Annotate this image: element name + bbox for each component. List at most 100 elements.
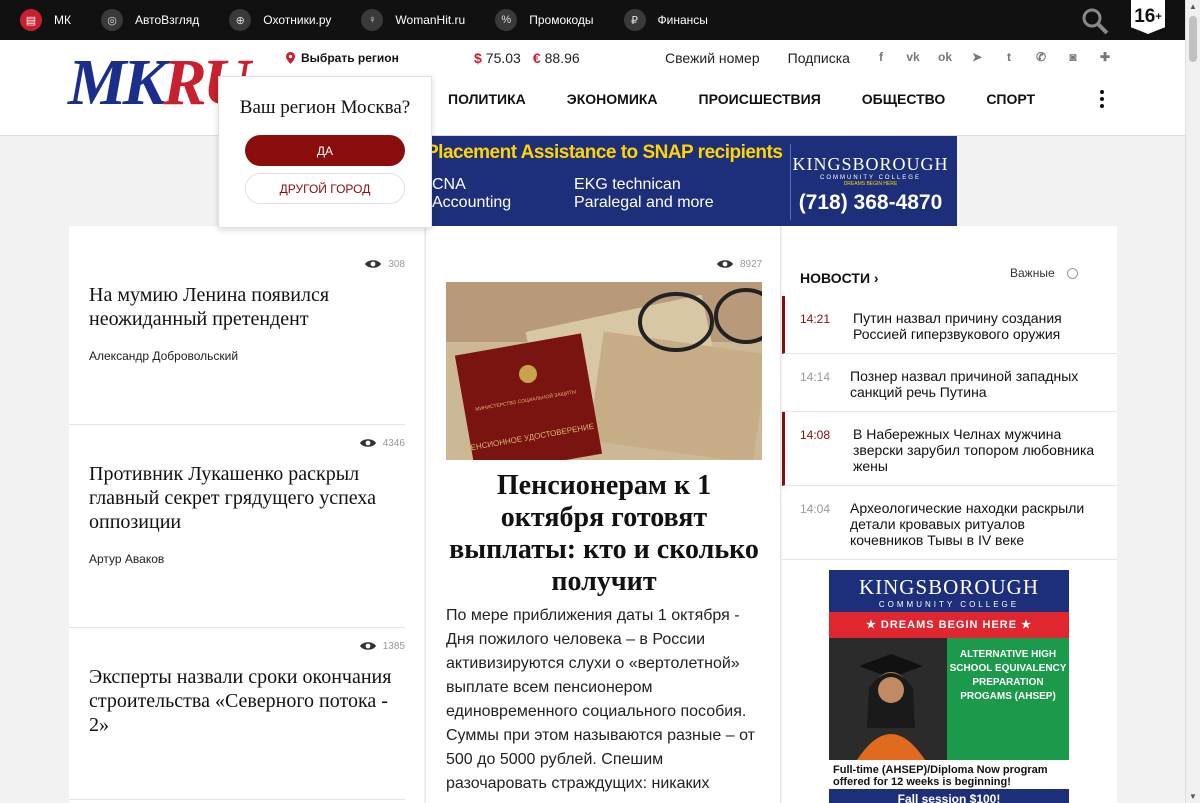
banner-brand: KINGSBOROUGH COMMUNITY COLLEGE DREAMS BE…: [790, 144, 950, 220]
article-card[interactable]: 1385 Эксперты назвали сроки окончания ст…: [69, 628, 405, 800]
banner-col2: EKG technican Paralegal and more: [574, 176, 714, 211]
graduate-photo: [829, 638, 947, 760]
main-article-title[interactable]: Пенсионерам к 1 октября готовят выплаты:…: [446, 470, 762, 598]
news-time: 14:14: [800, 370, 831, 384]
confirm-region-button[interactable]: ДА: [245, 135, 405, 166]
views-counter: 308: [364, 258, 405, 270]
views-counter: 1385: [359, 640, 405, 652]
site-link-avtovzglyad[interactable]: ◎ АвтоВзгляд: [101, 9, 199, 31]
top-banner-ad[interactable]: Placement Assistance to SNAP recipients …: [418, 136, 957, 226]
banner-col1: CNA Accounting: [432, 176, 512, 211]
article-title[interactable]: Противник Лукашенко раскрыл главный секр…: [89, 462, 405, 534]
article-author[interactable]: Александр Добровольский: [89, 349, 238, 363]
eye-icon: [717, 260, 733, 268]
news-heading[interactable]: НОВОСТИ ›: [800, 270, 879, 286]
eye-icon: [365, 260, 382, 268]
facebook-icon[interactable]: f: [872, 48, 890, 66]
article-title[interactable]: На мумию Ленина появился неожиданный пре…: [89, 283, 405, 331]
nav-incidents[interactable]: ПРОИСШЕСТВИЯ: [699, 91, 821, 107]
ruble-icon: ₽: [623, 9, 646, 31]
more-icon[interactable]: ✚: [1096, 48, 1114, 66]
sidebar-ad[interactable]: KINGSBOROUGH COMMUNITY COLLEGE ★ DREAMS …: [829, 570, 1069, 803]
viber-icon[interactable]: ✆: [1032, 48, 1050, 66]
site-link-mk[interactable]: ▤ МК: [20, 9, 71, 31]
news-item[interactable]: 14:14 Познер назвал причиной западных са…: [782, 354, 1117, 412]
main-nav: ПОЛИТИКА ЭКОНОМИКА ПРОИСШЕСТВИЯ ОБЩЕСТВО…: [448, 91, 1035, 107]
article-title[interactable]: Эксперты назвали сроки окончания строите…: [89, 665, 405, 737]
currency-rates: $75.03 €88.96: [474, 50, 580, 66]
location-pin-icon: [286, 52, 295, 64]
social-links: f vk ok ➤ t ✆ ◙ ✚: [872, 48, 1114, 66]
scroll-up-icon[interactable]: ▲: [1189, 2, 1197, 11]
other-city-button[interactable]: ДРУГОЙ ГОРОД: [245, 173, 405, 204]
eye-icon: [359, 642, 376, 650]
age-rating-badge: 16 +: [1131, 0, 1165, 34]
network-topbar: ▤ МК ◎ АвтоВзгляд ⊕ Охотники.ру ♀ WomanHit.r…: [0, 0, 1185, 40]
site-link-promokody[interactable]: % Промокоды: [495, 9, 594, 31]
header-links: Свежий номер Подписка: [665, 50, 850, 66]
news-headline[interactable]: Археологические находки раскрыли детали …: [850, 500, 1100, 548]
chevron-right-icon: ›: [873, 270, 879, 286]
news-list: 14:21 Путин назвал причину создания Росс…: [782, 296, 1117, 560]
region-question: Ваш регион Москва?: [239, 97, 411, 118]
site-header: MKRU Выбрать регион $75.03 €88.96 Свежий…: [0, 40, 1185, 136]
nav-economy[interactable]: ЭКОНОМИКА: [567, 91, 658, 107]
nav-sport[interactable]: СПОРТ: [986, 91, 1035, 107]
site-link-finansy[interactable]: ₽ Финансы: [623, 9, 708, 31]
ad-brand: KINGSBOROUGH COMMUNITY COLLEGE: [829, 570, 1069, 612]
ad-tagline: ★ DREAMS BEGIN HERE ★: [829, 612, 1069, 638]
news-time: 14:04: [800, 502, 831, 516]
eye-icon: [359, 439, 376, 447]
news-item[interactable]: 14:21 Путин назвал причину создания Росс…: [782, 296, 1117, 354]
rate-usd: $75.03: [474, 50, 521, 66]
odnoklassniki-icon[interactable]: ok: [936, 48, 954, 66]
views-counter: 4346: [359, 437, 405, 449]
steering-wheel-icon: ◎: [101, 9, 123, 31]
news-time: 14:08: [800, 428, 831, 442]
region-popup: Ваш регион Москва? ДА ДРУГОЙ ГОРОД: [218, 76, 432, 228]
telegram-icon[interactable]: ➤: [968, 48, 986, 66]
scroll-thumb[interactable]: [1189, 16, 1197, 62]
banner-headline: Placement Assistance to SNAP recipients: [426, 142, 783, 163]
fresh-issue-link[interactable]: Свежий номер: [665, 50, 760, 66]
views-counter: 8927: [716, 258, 762, 270]
important-toggle[interactable]: Важные: [1010, 266, 1078, 280]
twitter-icon[interactable]: t: [1000, 48, 1018, 66]
female-symbol-icon: ♀: [361, 9, 384, 31]
news-headline[interactable]: Познер назвал причиной западных санкций …: [850, 368, 1100, 400]
nav-politics[interactable]: ПОЛИТИКА: [448, 91, 526, 107]
vk-icon[interactable]: vk: [904, 48, 922, 66]
news-item[interactable]: 14:04 Археологические находки раскрыли д…: [782, 486, 1117, 560]
site-link-womanhit[interactable]: ♀ WomanHit.ru: [361, 9, 465, 31]
news-headline[interactable]: В Набережных Челнах мужчина зверски зару…: [853, 426, 1103, 474]
pension-photo-illustration: МИНИСТЕРСТВО СОЦИАЛЬНОЙ ЗАЩИТЫ ПЕНСИОННО…: [446, 282, 762, 460]
article-card[interactable]: 308 На мумию Ленина появился неожиданный…: [69, 226, 405, 425]
page-scrollbar[interactable]: ▲ ▼: [1185, 0, 1200, 803]
document-icon: ▤: [20, 9, 42, 31]
site-link-okhotniki[interactable]: ⊕ Охотники.ру: [229, 9, 331, 31]
nav-society[interactable]: ОБЩЕСТВО: [862, 91, 946, 107]
news-headline[interactable]: Путин назвал причину создания Россией ги…: [853, 310, 1103, 342]
ad-fine-print: Full-time (AHSEP)/Diploma Now program of…: [833, 764, 1048, 788]
percent-icon: %: [495, 9, 518, 31]
scroll-down-icon[interactable]: ▼: [1189, 792, 1197, 801]
article-author[interactable]: Артур Аваков: [89, 552, 164, 566]
ad-bottom: Fall session $100!: [829, 789, 1069, 803]
more-menu-icon[interactable]: [1098, 90, 1106, 108]
main-article-photo[interactable]: МИНИСТЕРСТВО СОЦИАЛЬНОЙ ЗАЩИТЫ ПЕНСИОННО…: [446, 282, 762, 460]
instagram-icon[interactable]: ◙: [1064, 48, 1082, 66]
main-article-lead: По мере приближения даты 1 октября - Дня…: [446, 607, 755, 792]
subscription-link[interactable]: Подписка: [788, 50, 850, 66]
search-icon[interactable]: [1080, 6, 1110, 36]
toggle-circle-icon: [1066, 267, 1078, 279]
ad-program: ALTERNATIVE HIGH SCHOOL EQUIVALENCY PREP…: [947, 638, 1069, 760]
ad-body: ALTERNATIVE HIGH SCHOOL EQUIVALENCY PREP…: [829, 638, 1069, 760]
main-article-column: 8927 МИНИСТЕРСТВО СОЦИАЛЬНОЙ ЗАЩИТЫ ПЕНС…: [425, 226, 781, 803]
target-icon: ⊕: [229, 9, 252, 31]
news-time: 14:21: [800, 312, 831, 326]
rate-eur: €88.96: [532, 50, 580, 66]
news-item[interactable]: 14:08 В Набережных Челнах мужчина зверск…: [782, 412, 1117, 486]
region-selector[interactable]: Выбрать регион: [286, 51, 399, 65]
article-card[interactable]: 4346 Противник Лукашенко раскрыл главный…: [69, 425, 405, 628]
left-articles-column: 308 На мумию Ленина появился неожиданный…: [69, 226, 424, 803]
